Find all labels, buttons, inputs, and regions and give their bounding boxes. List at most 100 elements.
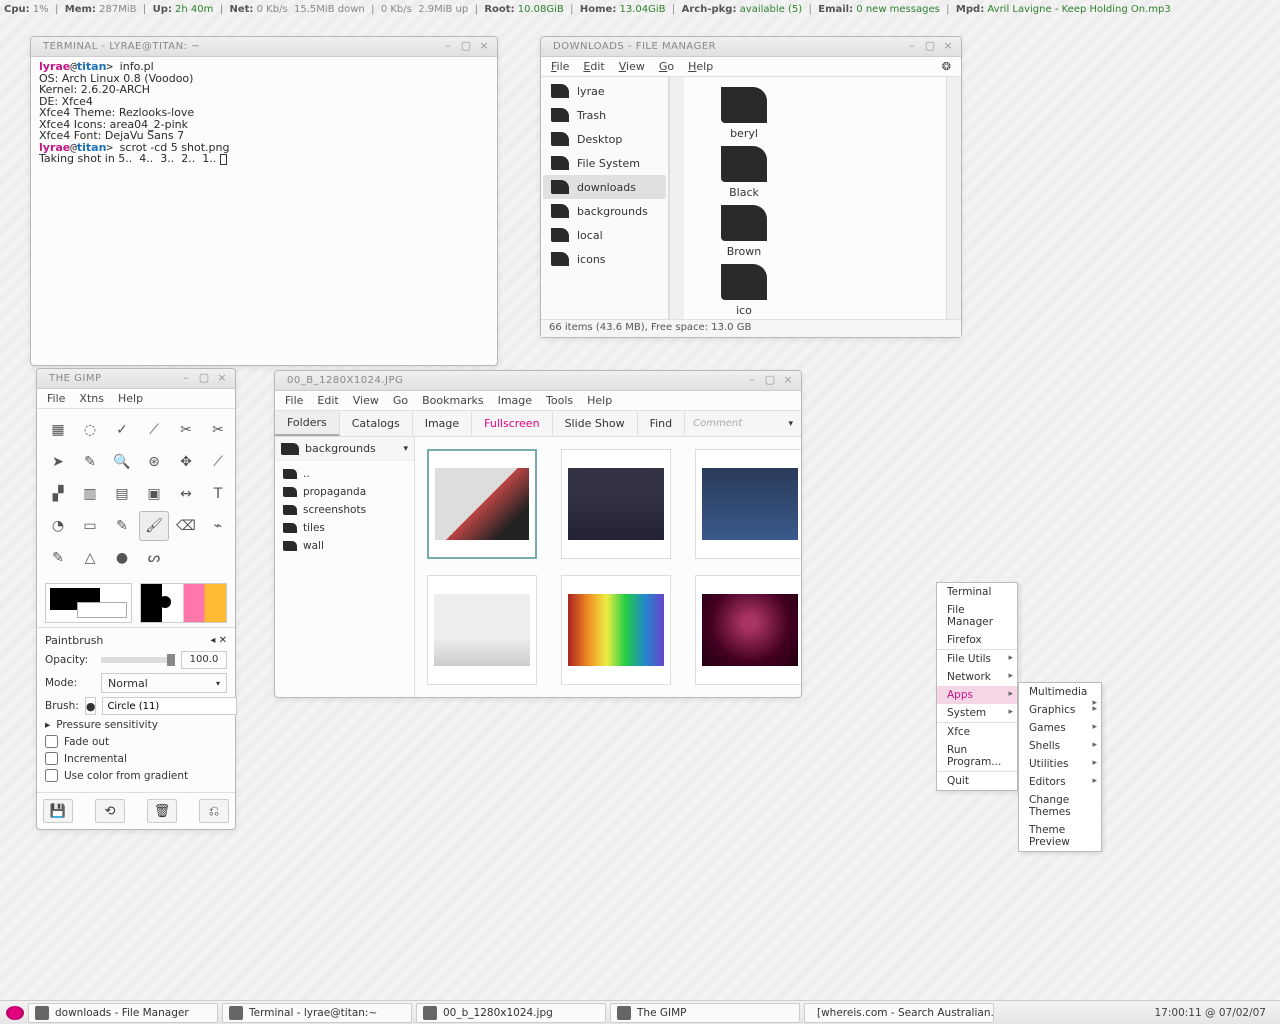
gimp-tool[interactable]: ▤ <box>107 479 137 509</box>
gimp-tool[interactable]: ▦ <box>43 415 73 445</box>
menu-tools[interactable]: Tools <box>546 394 573 407</box>
submenu-item-editors[interactable]: Editors▸ <box>1019 773 1101 791</box>
delete-button[interactable]: 🗑 <box>147 799 177 823</box>
terminal-window[interactable]: TERMINAL - LYRAE@TITAN: ~ – ▢ × lyrae@ti… <box>30 36 498 366</box>
color-swatches[interactable] <box>45 583 132 623</box>
comment-field[interactable]: Comment <box>685 418 780 429</box>
dir-item[interactable]: screenshots <box>279 501 410 519</box>
gradient-checkbox[interactable] <box>45 769 58 782</box>
dir-item[interactable]: tiles <box>279 519 410 537</box>
gimp-tool[interactable]: ✂ <box>171 415 201 445</box>
file-icon-view[interactable]: berylBlackBrownico.bashrc.conkyrc <box>684 77 946 319</box>
gimp-tool[interactable]: ⟋ <box>203 447 233 477</box>
menu-go[interactable]: Go <box>659 60 674 73</box>
dir-item[interactable]: .. <box>279 465 410 483</box>
gimp-tool[interactable]: T <box>203 479 233 509</box>
dropdown-arrow-icon[interactable]: ▾ <box>780 419 801 429</box>
menu-view[interactable]: View <box>353 394 379 407</box>
fadeout-checkbox[interactable] <box>45 735 58 748</box>
gimp-tool[interactable]: ✓ <box>107 415 137 445</box>
place-item-backgrounds[interactable]: backgrounds <box>543 199 666 223</box>
menu-file[interactable]: File <box>47 392 65 405</box>
minimize-button[interactable]: – <box>745 374 759 388</box>
pressure-expander[interactable]: ▸ Pressure sensitivity <box>45 719 227 731</box>
menu-go[interactable]: Go <box>393 394 408 407</box>
thumbnail[interactable] <box>427 449 537 559</box>
place-item-local[interactable]: local <box>543 223 666 247</box>
apps-submenu[interactable]: Multimedia▸Graphics▸Games▸Shells▸Utiliti… <box>1018 682 1102 852</box>
menu-item-apps[interactable]: Apps▸ <box>937 686 1017 704</box>
gimp-tool[interactable]: ▥ <box>75 479 105 509</box>
minimize-button[interactable]: – <box>905 40 919 54</box>
gimp-tool[interactable]: ✎ <box>43 543 73 573</box>
task-item[interactable]: [whereis.com - Search Australian... <box>804 1003 994 1023</box>
place-item-icons[interactable]: icons <box>543 247 666 271</box>
opacity-input[interactable]: 100.0 <box>181 651 227 669</box>
menu-item-firefox[interactable]: Firefox <box>937 631 1017 649</box>
gimp-tool[interactable]: ⟋ <box>139 415 169 445</box>
minimize-button[interactable]: – <box>179 372 193 386</box>
gimp-tool[interactable]: ● <box>107 543 137 573</box>
minimize-button[interactable]: – <box>441 40 455 54</box>
task-item[interactable]: downloads - File Manager <box>28 1003 218 1023</box>
gimp-tool[interactable]: ↔ <box>171 479 201 509</box>
brush-preview[interactable]: ● <box>85 697 97 715</box>
gimp-tool[interactable]: ✎ <box>75 447 105 477</box>
thumbnail[interactable] <box>561 449 671 559</box>
menu-bookmarks[interactable]: Bookmarks <box>422 394 483 407</box>
files-scrollbar[interactable] <box>946 77 961 319</box>
place-item-lyrae[interactable]: lyrae <box>543 79 666 103</box>
submenu-item-change-themes[interactable]: Change Themes <box>1019 791 1101 821</box>
tab-folders[interactable]: Folders <box>275 411 340 436</box>
gimp-tool[interactable]: ⊛ <box>139 447 169 477</box>
image-viewer-window[interactable]: 00_B_1280X1024.JPG – ▢ × File Edit View … <box>274 370 802 698</box>
start-button[interactable] <box>6 1006 24 1020</box>
gimp-tool[interactable]: ▞ <box>43 479 73 509</box>
menu-help[interactable]: Help <box>587 394 612 407</box>
place-item-desktop[interactable]: Desktop <box>543 127 666 151</box>
menu-help[interactable]: Help <box>118 392 143 405</box>
gimp-tool[interactable]: ◔ <box>43 511 73 541</box>
place-item-downloads[interactable]: downloads <box>543 175 666 199</box>
thumbnail-grid[interactable] <box>415 437 801 697</box>
gimp-tool[interactable]: ➤ <box>43 447 73 477</box>
place-item-file-system[interactable]: File System <box>543 151 666 175</box>
submenu-item-theme-preview[interactable]: Theme Preview <box>1019 821 1101 851</box>
mode-dropdown[interactable]: Normal▾ <box>101 673 227 693</box>
save-button[interactable]: 💾 <box>43 799 73 823</box>
thumbnail[interactable] <box>427 575 537 685</box>
dir-item[interactable]: wall <box>279 537 410 555</box>
places-scrollbar[interactable] <box>669 77 684 319</box>
menu-item-network[interactable]: Network▸ <box>937 668 1017 686</box>
close-button[interactable]: × <box>781 374 795 388</box>
task-item[interactable]: The GIMP <box>610 1003 800 1023</box>
submenu-item-games[interactable]: Games▸ <box>1019 719 1101 737</box>
menu-item-xfce[interactable]: Xfce <box>937 722 1017 741</box>
gimp-tool[interactable]: 🖌 <box>139 511 169 541</box>
desktop-context-menu[interactable]: TerminalFile ManagerFirefoxFile Utils▸Ne… <box>936 582 1018 791</box>
menu-item-quit[interactable]: Quit <box>937 771 1017 790</box>
file-item[interactable]: Brown <box>704 205 784 258</box>
tab-image[interactable]: Image <box>413 412 472 435</box>
menu-edit[interactable]: Edit <box>317 394 338 407</box>
task-item[interactable]: 00_b_1280x1024.jpg <box>416 1003 606 1023</box>
gimp-tool[interactable]: ✥ <box>171 447 201 477</box>
gimp-tool[interactable]: ◌ <box>75 415 105 445</box>
thumbnail[interactable] <box>561 575 671 685</box>
menu-item-run-program-[interactable]: Run Program... <box>937 741 1017 771</box>
menu-item-terminal[interactable]: Terminal <box>937 583 1017 601</box>
terminal-titlebar[interactable]: TERMINAL - LYRAE@TITAN: ~ – ▢ × <box>31 37 497 57</box>
submenu-item-utilities[interactable]: Utilities▸ <box>1019 755 1101 773</box>
file-manager-window[interactable]: DOWNLOADS - FILE MANAGER – ▢ × File Edit… <box>540 36 962 338</box>
gimp-tool[interactable]: ▭ <box>75 511 105 541</box>
gimp-tool[interactable]: ✎ <box>107 511 137 541</box>
menu-file[interactable]: File <box>551 60 569 73</box>
maximize-button[interactable]: ▢ <box>923 40 937 54</box>
maximize-button[interactable]: ▢ <box>459 40 473 54</box>
close-button[interactable]: × <box>941 40 955 54</box>
terminal-output[interactable]: lyrae@titan> info.pl OS: Arch Linux 0.8 … <box>31 57 497 169</box>
file-item[interactable]: ico <box>704 264 784 317</box>
places-sidebar[interactable]: lyraeTrashDesktopFile Systemdownloadsbac… <box>541 77 669 319</box>
opacity-slider[interactable] <box>101 657 175 663</box>
gimp-tool[interactable]: ⌫ <box>171 511 201 541</box>
